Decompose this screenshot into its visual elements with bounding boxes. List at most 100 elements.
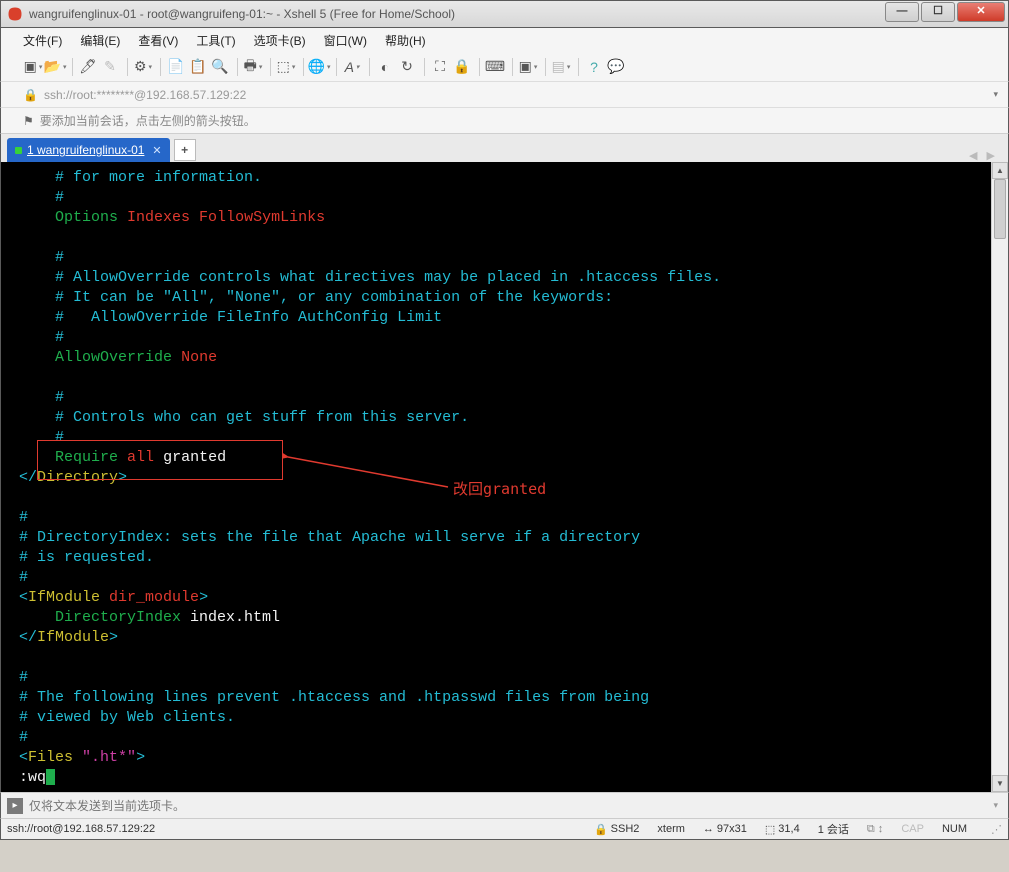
menu-tools[interactable]: 工具(T) [196, 32, 235, 49]
send-dropdown-icon[interactable]: ▾ [993, 800, 998, 811]
window-title: wangruifenglinux-01 - root@wangruifeng-0… [29, 7, 455, 21]
status-cursor-pos: ⬚ 31,4 [765, 823, 800, 836]
layout-icon[interactable]: ▤▾ [551, 57, 571, 77]
toolbar-separator [237, 58, 238, 76]
session-tabbar: 1 wangruifenglinux-01 ✕ + ◀ ▶ [0, 134, 1009, 162]
terminal-line: # for more information. [1, 168, 991, 188]
refresh-icon[interactable]: ◐ [375, 57, 395, 77]
print-icon[interactable]: 🖶▾ [243, 57, 263, 77]
send-bar: ▸ ▾ [0, 792, 1009, 818]
menu-help[interactable]: 帮助(H) [385, 32, 426, 49]
terminal-line [1, 228, 991, 248]
properties-icon[interactable]: ⚙▾ [133, 57, 153, 77]
terminal-line: # AllowOverride FileInfo AuthConfig Limi… [1, 308, 991, 328]
terminal-line: # [1, 508, 991, 528]
terminal-line: <IfModule dir_module> [1, 588, 991, 608]
send-mode-icon[interactable]: ▸ [7, 798, 23, 814]
font-icon[interactable]: A▾ [342, 57, 362, 77]
status-link-icon: ⧉ ↕ [867, 823, 883, 836]
terminal-line: Require all granted [1, 448, 991, 468]
scroll-thumb[interactable] [994, 179, 1006, 239]
scroll-up-button[interactable]: ▲ [992, 162, 1008, 179]
menu-view[interactable]: 查看(V) [138, 32, 178, 49]
hint-flag-icon[interactable]: ⚑ [23, 114, 34, 128]
terminal-line: AllowOverride None [1, 348, 991, 368]
sync-icon[interactable]: ↻ [397, 57, 417, 77]
status-num: NUM [942, 823, 967, 835]
disconnect-icon[interactable]: ✎ [100, 57, 120, 77]
app-icon [7, 6, 23, 22]
window-controls: — ☐ ✕ [885, 1, 1008, 27]
keyboard-icon[interactable]: ⌨ [485, 57, 505, 77]
toolbar-separator [578, 58, 579, 76]
chat-icon[interactable]: 💬 [606, 57, 626, 77]
address-input[interactable] [44, 88, 994, 102]
terminal-line: # Controls who can get stuff from this s… [1, 408, 991, 428]
terminal-line: # [1, 388, 991, 408]
scroll-track[interactable] [992, 179, 1008, 775]
terminal-line: # [1, 188, 991, 208]
terminal-line: # AllowOverride controls what directives… [1, 268, 991, 288]
menu-tabs[interactable]: 选项卡(B) [254, 32, 306, 49]
tab-nav-arrows[interactable]: ◀ ▶ [969, 149, 998, 162]
terminal-line: Options Indexes FollowSymLinks [1, 208, 991, 228]
find-icon[interactable]: 🔍 [210, 57, 230, 77]
reconnect-icon[interactable]: 🖊 [78, 57, 98, 77]
terminal-line: # [1, 568, 991, 588]
menu-edit[interactable]: 编辑(E) [80, 32, 120, 49]
session-tab[interactable]: 1 wangruifenglinux-01 ✕ [7, 138, 170, 162]
toolbar-separator [160, 58, 161, 76]
terminal-line: <Files ".ht*"> [1, 748, 991, 768]
toolbar-separator [479, 58, 480, 76]
address-dropdown-icon[interactable]: ▾ [993, 89, 998, 100]
connection-status-icon [15, 147, 22, 154]
menu-file[interactable]: 文件(F) [23, 32, 62, 49]
lock-icon[interactable]: 🔒 [452, 57, 472, 77]
add-tab-icon[interactable]: ▣▾ [518, 57, 538, 77]
terminal-line: # The following lines prevent .htaccess … [1, 688, 991, 708]
status-connection: ssh://root@192.168.57.129:22 [7, 823, 155, 835]
terminal-line: </IfModule> [1, 628, 991, 648]
terminal-line: # [1, 428, 991, 448]
maximize-button[interactable]: ☐ [921, 2, 955, 22]
paste-icon[interactable]: 📋 [188, 57, 208, 77]
new-tab-button[interactable]: + [174, 139, 196, 161]
status-term-type: xterm [657, 823, 685, 835]
menubar: 文件(F) 编辑(E) 查看(V) 工具(T) 选项卡(B) 窗口(W) 帮助(… [0, 28, 1009, 52]
globe-icon[interactable]: 🌐▾ [309, 57, 329, 77]
fullscreen-icon[interactable]: ⛶ [430, 57, 450, 77]
help-icon[interactable]: ? [584, 57, 604, 77]
close-button[interactable]: ✕ [957, 2, 1005, 22]
lock-small-icon: 🔒 [23, 88, 38, 102]
toolbar-separator [369, 58, 370, 76]
session-tab-label: 1 wangruifenglinux-01 [27, 143, 144, 157]
terminal-line: # viewed by Web clients. [1, 708, 991, 728]
send-input[interactable] [29, 799, 993, 813]
terminal-cursor [46, 769, 55, 785]
status-size: ↔ 97x31 [703, 823, 747, 835]
minimize-button[interactable]: — [885, 2, 919, 22]
toolbar-separator [545, 58, 546, 76]
menu-window[interactable]: 窗口(W) [324, 32, 367, 49]
status-sessions: 1 会话 [818, 821, 849, 837]
terminal-line: # [1, 248, 991, 268]
resize-grip-icon[interactable]: ⋰ [991, 823, 1002, 836]
new-session-icon[interactable]: ▣▾ [23, 57, 43, 77]
terminal[interactable]: # for more information. # Options Indexe… [1, 162, 991, 792]
terminal-line [1, 648, 991, 668]
open-folder-icon[interactable]: 📂▾ [45, 57, 65, 77]
tab-close-icon[interactable]: ✕ [152, 144, 161, 157]
status-cap: CAP [901, 823, 924, 835]
terminal-line: </Directory> [1, 468, 991, 488]
terminal-line: # It can be "All", "None", or any combin… [1, 288, 991, 308]
terminal-line: # DirectoryIndex: sets the file that Apa… [1, 528, 991, 548]
address-bar: 🔒 ▾ [0, 82, 1009, 108]
toolbar-separator [424, 58, 425, 76]
terminal-line: # [1, 728, 991, 748]
copy-icon[interactable]: 📄 [166, 57, 186, 77]
transfer-icon[interactable]: ⬚▾ [276, 57, 296, 77]
scroll-down-button[interactable]: ▼ [992, 775, 1008, 792]
terminal-scrollbar[interactable]: ▲ ▼ [991, 162, 1008, 792]
hint-text: 要添加当前会话，点击左侧的箭头按钮。 [40, 112, 256, 129]
toolbar: ▣▾ 📂▾ 🖊 ✎ ⚙▾ 📄 📋 🔍 🖶▾ ⬚▾ 🌐▾ A▾ ◐ ↻ ⛶ 🔒 ⌨… [0, 52, 1009, 82]
